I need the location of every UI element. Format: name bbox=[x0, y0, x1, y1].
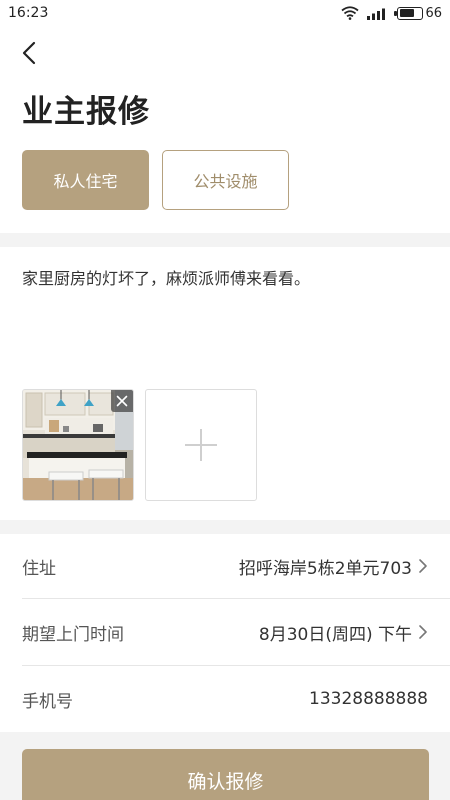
phone-value[interactable]: 13328888888 bbox=[309, 689, 428, 709]
battery-icon bbox=[394, 6, 424, 20]
visit-time-row[interactable]: 期望上门时间 8月30日(周四) 下午 bbox=[0, 599, 450, 665]
phone-label: 手机号 bbox=[22, 691, 73, 712]
add-photo-button[interactable] bbox=[145, 389, 257, 501]
battery-level: 66 bbox=[425, 5, 442, 21]
close-icon bbox=[116, 395, 128, 407]
section-divider bbox=[0, 520, 450, 534]
visit-time-value: 8月30日(周四) 下午 bbox=[259, 620, 428, 645]
tab-private-residence[interactable]: 私人住宅 bbox=[22, 150, 149, 210]
repair-description[interactable]: 家里厨房的灯坏了，麻烦派师傅来看看。 bbox=[22, 268, 428, 290]
signal-icon bbox=[367, 8, 386, 20]
phone-row[interactable]: 手机号 13328888888 bbox=[0, 666, 450, 732]
chevron-left-icon bbox=[22, 41, 36, 65]
address-text: 招呼海岸5栋2单元703 bbox=[238, 558, 412, 579]
status-bar: 16:23 66 bbox=[0, 0, 450, 26]
wifi-icon bbox=[341, 6, 360, 20]
battery-indicator: 66 bbox=[394, 5, 442, 21]
section-divider bbox=[0, 233, 450, 247]
address-label: 住址 bbox=[22, 558, 56, 579]
confirm-repair-button[interactable]: 确认报修 bbox=[22, 749, 429, 800]
visit-time-label: 期望上门时间 bbox=[22, 624, 124, 645]
plus-icon bbox=[185, 429, 217, 461]
address-row[interactable]: 住址 招呼海岸5栋2单元703 bbox=[0, 533, 450, 599]
chevron-right-icon bbox=[419, 559, 427, 573]
visit-time-text: 8月30日(周四) 下午 bbox=[258, 624, 412, 645]
attached-photo[interactable] bbox=[22, 389, 134, 501]
page-title: 业主报修 bbox=[22, 94, 150, 130]
status-icons: 66 bbox=[341, 6, 442, 21]
address-value: 招呼海岸5栋2单元703 bbox=[239, 554, 428, 579]
status-time: 16:23 bbox=[8, 5, 49, 21]
remove-photo-button[interactable] bbox=[111, 390, 133, 412]
tab-public-facility[interactable]: 公共设施 bbox=[162, 150, 289, 210]
chevron-right-icon bbox=[419, 625, 427, 639]
back-button[interactable] bbox=[14, 38, 44, 68]
